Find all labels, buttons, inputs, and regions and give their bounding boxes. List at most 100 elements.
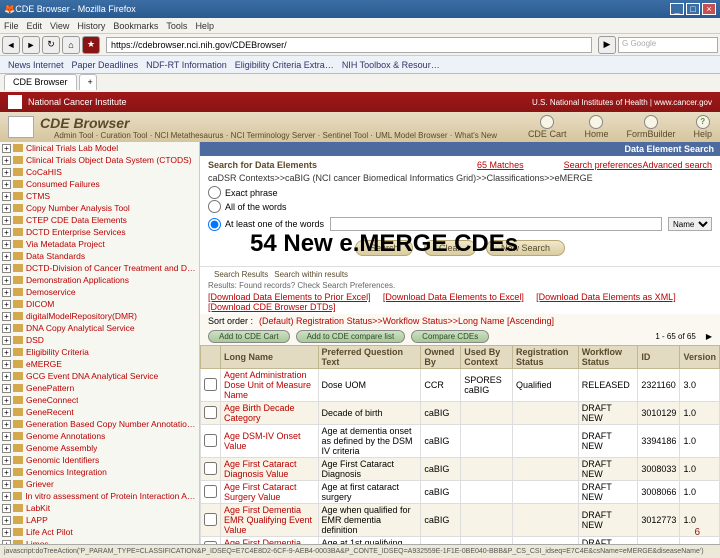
sidebar-item[interactable]: +Limos	[0, 538, 199, 544]
menu-view[interactable]: View	[50, 18, 69, 33]
advanced-link[interactable]: Advanced search	[642, 160, 712, 170]
column-header[interactable]: Preferred Question Text	[318, 346, 421, 369]
url-input[interactable]: https://cdebrowser.nci.nih.gov/CDEBrowse…	[106, 37, 592, 53]
sublinks[interactable]: Admin Tool · Curation Tool · NCI Metathe…	[54, 131, 497, 140]
expand-icon[interactable]: +	[2, 420, 11, 429]
sidebar-item[interactable]: +Via Metadata Project	[0, 238, 199, 250]
sidebar-item[interactable]: +Life Act Pilot	[0, 526, 199, 538]
expand-icon[interactable]: +	[2, 168, 11, 177]
sidebar-item[interactable]: +DICOM	[0, 298, 199, 310]
expand-icon[interactable]: +	[2, 264, 11, 273]
expand-icon[interactable]: +	[2, 216, 11, 225]
radio-all[interactable]	[208, 200, 221, 213]
menu-file[interactable]: File	[4, 18, 19, 33]
sidebar-item[interactable]: +GeneRecent	[0, 406, 199, 418]
column-header[interactable]: Registration Status	[512, 346, 578, 369]
compare-button[interactable]: Compare CDEs	[411, 330, 489, 343]
sidebar-item[interactable]: +Copy Number Analysis Tool	[0, 202, 199, 214]
expand-icon[interactable]: +	[2, 228, 11, 237]
expand-icon[interactable]: +	[2, 468, 11, 477]
menu-edit[interactable]: Edit	[27, 18, 43, 33]
add-cart-button[interactable]: Add to CDE Cart	[208, 330, 290, 343]
cell[interactable]: Age First Dementia EMR Qualifying Event …	[221, 504, 319, 537]
home-button[interactable]: ⌂	[62, 36, 80, 54]
sidebar-item[interactable]: +Clinical Trials Object Data System (CTO…	[0, 154, 199, 166]
download-prior-excel[interactable]: [Download Data Elements to Prior Excel]	[208, 292, 371, 302]
cell[interactable]: Age First Cataract Surgery Value	[221, 481, 319, 504]
new-tab-button[interactable]: +	[79, 74, 97, 90]
sidebar-item[interactable]: +In vitro assessment of Protein Interact…	[0, 490, 199, 502]
row-checkbox[interactable]	[204, 378, 217, 391]
expand-icon[interactable]: +	[2, 276, 11, 285]
cell[interactable]: Age DSM-IV Onset Value	[221, 425, 319, 458]
row-checkbox[interactable]	[204, 406, 217, 419]
column-header[interactable]	[201, 346, 221, 369]
sidebar-item[interactable]: +Eligibility Criteria	[0, 346, 199, 358]
sidebar-item[interactable]: +eMERGE	[0, 358, 199, 370]
context-tree-sidebar[interactable]: +Clinical Trials Lab Model+Clinical Tria…	[0, 142, 200, 544]
sidebar-item[interactable]: +CTEP CDE Data Elements	[0, 214, 199, 226]
bookmark-icon[interactable]: ★	[82, 36, 100, 54]
download-dtd[interactable]: [Download CDE Browser DTDs]	[208, 302, 336, 312]
expand-icon[interactable]: +	[2, 144, 11, 153]
column-header[interactable]: Long Name	[221, 346, 319, 369]
sidebar-item[interactable]: +CoCaHIS	[0, 166, 199, 178]
cell[interactable]: Age First Cataract Diagnosis Value	[221, 458, 319, 481]
column-header[interactable]: Used By Context	[461, 346, 513, 369]
expand-icon[interactable]: +	[2, 444, 11, 453]
expand-icon[interactable]: +	[2, 204, 11, 213]
bookmark-link[interactable]: News Internet	[8, 56, 64, 73]
expand-icon[interactable]: +	[2, 372, 11, 381]
close-button[interactable]: ×	[702, 3, 716, 15]
expand-icon[interactable]: +	[2, 192, 11, 201]
sidebar-item[interactable]: +Demonstration Applications	[0, 274, 199, 286]
sidebar-item[interactable]: +Clinical Trials Lab Model	[0, 142, 199, 154]
sidebar-item[interactable]: +DCTD-Division of Cancer Treatment and D…	[0, 262, 199, 274]
radio-one[interactable]	[208, 218, 221, 231]
go-button[interactable]: ▶	[598, 36, 616, 54]
add-compare-button[interactable]: Add to CDE compare list	[296, 330, 406, 343]
sidebar-item[interactable]: +Genome Assembly	[0, 442, 199, 454]
back-button[interactable]: ◄	[2, 36, 20, 54]
expand-icon[interactable]: +	[2, 480, 11, 489]
home-link[interactable]: Home	[584, 115, 608, 139]
expand-icon[interactable]: +	[2, 408, 11, 417]
search-input[interactable]: G Google	[618, 37, 718, 53]
tab-cde-browser[interactable]: CDE Browser	[4, 74, 77, 90]
menu-history[interactable]: History	[77, 18, 105, 33]
maximize-button[interactable]: □	[686, 3, 700, 15]
row-checkbox[interactable]	[204, 513, 217, 526]
expand-icon[interactable]: +	[2, 456, 11, 465]
sidebar-item[interactable]: +GeneConnect	[0, 394, 199, 406]
download-excel[interactable]: [Download Data Elements to Excel]	[383, 292, 524, 302]
forward-button[interactable]: ►	[22, 36, 40, 54]
sidebar-item[interactable]: +Demoservice	[0, 286, 199, 298]
row-checkbox[interactable]	[204, 434, 217, 447]
expand-icon[interactable]: +	[2, 300, 11, 309]
bookmark-link[interactable]: NDF-RT Information	[146, 56, 227, 73]
bookmark-link[interactable]: NIH Toolbox & Resour…	[342, 56, 440, 73]
expand-icon[interactable]: +	[2, 540, 11, 545]
menu-bookmarks[interactable]: Bookmarks	[113, 18, 158, 33]
sidebar-item[interactable]: +DSD	[0, 334, 199, 346]
expand-icon[interactable]: +	[2, 528, 11, 537]
cell[interactable]: Age First Dementia ICD Level Value	[221, 537, 319, 545]
next-page-icon[interactable]: ▶	[706, 332, 712, 341]
expand-icon[interactable]: +	[2, 288, 11, 297]
expand-icon[interactable]: +	[2, 504, 11, 513]
sidebar-item[interactable]: +Genomic Identifiers	[0, 454, 199, 466]
bookmark-link[interactable]: Paper Deadlines	[72, 56, 139, 73]
cde-cart-link[interactable]: CDE Cart	[528, 115, 567, 139]
expand-icon[interactable]: +	[2, 492, 11, 501]
sidebar-item[interactable]: +digitalModelRepository(DMR)	[0, 310, 199, 322]
expand-icon[interactable]: +	[2, 360, 11, 369]
sidebar-item[interactable]: +Griever	[0, 478, 199, 490]
sidebar-item[interactable]: +GCG Event DNA Analytical Service	[0, 370, 199, 382]
sidebar-item[interactable]: +LAPP	[0, 514, 199, 526]
expand-icon[interactable]: +	[2, 240, 11, 249]
column-header[interactable]: Workflow Status	[578, 346, 638, 369]
column-header[interactable]: Version	[680, 346, 720, 369]
sidebar-item[interactable]: +CTMS	[0, 190, 199, 202]
sidebar-item[interactable]: +Consumed Failures	[0, 178, 199, 190]
column-header[interactable]: Owned By	[421, 346, 461, 369]
